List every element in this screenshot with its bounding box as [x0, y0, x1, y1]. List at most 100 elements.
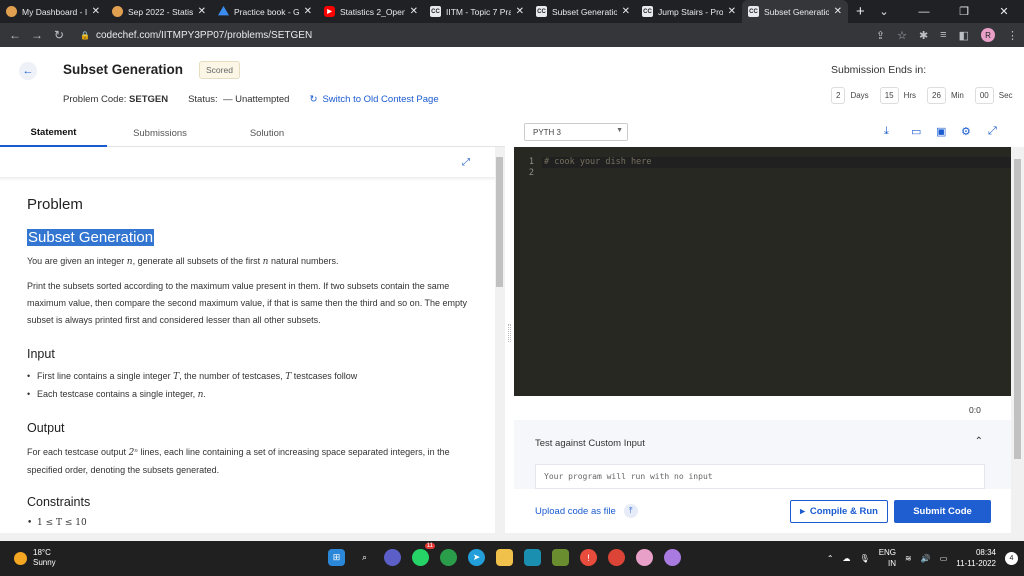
weather-widget[interactable]: 18°C Sunny — [14, 548, 56, 568]
input-bullet: Each testcase contains a single integer,… — [27, 389, 206, 400]
close-icon[interactable]: ✕ — [410, 6, 418, 17]
browser-tab[interactable]: ▶ Statistics 2_Open ✕ — [318, 0, 424, 23]
tab-search-icon[interactable]: ⌄ — [864, 5, 904, 18]
problem-statement-pane: ⤢ Problem Subset Generation You are give… — [0, 147, 505, 533]
horizontal-scrollbar[interactable] — [0, 533, 1024, 541]
scrollbar-thumb[interactable] — [496, 157, 503, 287]
close-window-icon[interactable]: ✕ — [984, 5, 1024, 18]
language-select[interactable]: PYTH 3 ▼ — [524, 123, 628, 141]
chevron-up-icon[interactable]: ⌃ — [975, 436, 983, 447]
chrome-profile-2-icon[interactable] — [664, 549, 681, 566]
save-icon[interactable]: ▣ — [936, 125, 946, 138]
close-icon[interactable]: ✕ — [834, 6, 842, 17]
share-icon[interactable]: ⇪ — [876, 29, 885, 42]
store-icon[interactable] — [524, 549, 541, 566]
output-description: For each testcase output 2ⁿ lines, each … — [27, 447, 450, 475]
close-icon[interactable]: ✕ — [728, 6, 736, 17]
reload-icon[interactable]: ↻ — [48, 28, 70, 42]
codechef-chef-icon — [6, 6, 17, 17]
close-icon[interactable]: ✕ — [198, 6, 206, 17]
compile-run-button[interactable]: ▸ Compile & Run — [790, 500, 888, 523]
close-icon[interactable]: ✕ — [304, 6, 312, 17]
fullscreen-icon[interactable]: ⤢ — [988, 125, 997, 138]
expand-icon[interactable]: ⤢ — [462, 157, 470, 168]
tab-submissions[interactable]: Submissions — [112, 119, 208, 147]
cc-icon: CC — [642, 6, 653, 17]
custom-input-field[interactable]: Your program will run with no input — [535, 464, 985, 489]
chrome-profile-icon[interactable] — [636, 549, 653, 566]
problem-intro: You are given an integer n, generate all… — [27, 256, 339, 267]
alert-app-icon[interactable]: ! — [580, 549, 597, 566]
extensions-icon[interactable]: ✱ — [919, 29, 928, 42]
gear-icon[interactable]: ⚙ — [961, 125, 971, 138]
download-icon[interactable]: ⤓ — [884, 125, 889, 138]
editor-page-scrollbar[interactable] — [1011, 147, 1024, 533]
close-icon[interactable]: ✕ — [92, 6, 100, 17]
upload-file-link[interactable]: Upload code as file ⤒ — [535, 504, 638, 518]
browser-tab[interactable]: Practice book - G ✕ — [212, 0, 318, 23]
input-language[interactable]: ENG IN — [879, 547, 896, 569]
chrome-icon[interactable] — [608, 549, 625, 566]
status: Status: — Unattempted — [188, 94, 290, 105]
minimize-icon[interactable]: — — [904, 6, 944, 18]
execution-time: 0:0 — [969, 405, 981, 415]
constraint-item: 1 ≤ T ≤ 10 — [27, 518, 87, 528]
problem-tabs: Statement Submissions Solution — [0, 119, 505, 147]
windows-taskbar: 18°C Sunny ⊞ ⌕ 11 ➤ ! ⌃ ☁ 🎙 ENG IN ≋ 🔊 ▭ 0… — [0, 541, 1024, 576]
code-line[interactable]: # cook your dish here — [544, 157, 651, 168]
browser-tab[interactable]: Sep 2022 - Statist ✕ — [106, 0, 212, 23]
tab-statement[interactable]: Statement — [0, 119, 107, 147]
tray-chevron-up-icon[interactable]: ⌃ — [827, 554, 834, 563]
browser-tab-active[interactable]: CC Subset Generatio ✕ — [742, 0, 848, 23]
upload-icon: ⤒ — [623, 504, 638, 518]
close-icon[interactable]: ✕ — [622, 6, 630, 17]
whatsapp-icon[interactable]: 11 — [412, 543, 435, 566]
submit-code-button[interactable]: Submit Code — [894, 500, 991, 523]
code-editor[interactable]: 1 2 # cook your dish here — [514, 147, 1011, 396]
comment-icon[interactable]: ▭ — [911, 125, 921, 138]
windows-start-icon[interactable]: ⊞ — [328, 549, 345, 566]
reading-list-icon[interactable]: ≡ — [940, 29, 946, 41]
chat-icon[interactable] — [384, 549, 401, 566]
search-icon[interactable]: ⌕ — [356, 549, 373, 566]
close-icon[interactable]: ✕ — [516, 6, 524, 17]
battery-icon[interactable]: ▭ — [940, 554, 948, 563]
notification-badge[interactable]: 4 — [1005, 551, 1018, 565]
back-arrow-icon[interactable]: ← — [4, 28, 26, 42]
pane-splitter[interactable] — [505, 119, 514, 533]
telegram-icon[interactable]: ➤ — [468, 549, 485, 566]
taskbar-apps: ⊞ ⌕ 11 ➤ ! — [328, 543, 681, 566]
problem-header: ← Subset Generation Scored Problem Code:… — [0, 47, 1024, 119]
side-panel-icon[interactable]: ◧ — [959, 29, 969, 42]
restore-icon[interactable]: ❐ — [944, 5, 984, 18]
bookmark-star-icon[interactable]: ☆ — [897, 29, 907, 42]
file-explorer-icon[interactable] — [496, 549, 513, 566]
action-bar: Upload code as file ⤒ ▸ Compile & Run Subm… — [514, 489, 1011, 533]
page-title: Subset Generation — [63, 62, 184, 77]
cloud-icon[interactable]: ☁ — [843, 554, 851, 563]
browser-tab[interactable]: CC Subset Generatio ✕ — [530, 0, 636, 23]
browser-tab[interactable]: My Dashboard - I ✕ — [0, 0, 106, 23]
scrollbar-thumb[interactable] — [1014, 159, 1021, 459]
minecraft-icon[interactable] — [552, 549, 569, 566]
line-number: 2 — [528, 168, 534, 178]
tab-solution[interactable]: Solution — [225, 119, 309, 147]
menu-kebab-icon[interactable]: ⋮ — [1007, 29, 1018, 42]
volume-icon[interactable]: 🔊 — [921, 554, 931, 563]
forward-arrow-icon[interactable]: → — [26, 28, 48, 42]
url-field[interactable]: 🔒 codechef.com/IITMPY3PP07/problems/SETG… — [80, 30, 312, 41]
play-icon: ▸ — [800, 506, 805, 517]
back-arrow-icon[interactable]: ← — [19, 62, 37, 80]
browser-tab[interactable]: CC IITM - Topic 7 Pra ✕ — [424, 0, 530, 23]
clock[interactable]: 08:34 11-11-2022 — [956, 547, 996, 569]
wifi-icon[interactable]: ≋ — [905, 554, 912, 563]
drag-handle[interactable] — [508, 324, 511, 342]
browser-tab[interactable]: CC Jump Stairs - Prot ✕ — [636, 0, 742, 23]
profile-avatar[interactable]: R — [981, 28, 995, 42]
statement-scrollbar[interactable] — [495, 147, 505, 533]
problem-description: Print the subsets sorted according to th… — [27, 281, 468, 325]
microphone-icon[interactable]: 🎙 — [860, 554, 870, 563]
window-controls: ⌄ — ❐ ✕ — [864, 0, 1024, 23]
switch-old-contest-link[interactable]: ↻ Switch to Old Contest Page — [309, 94, 438, 105]
xbox-icon[interactable] — [440, 549, 457, 566]
